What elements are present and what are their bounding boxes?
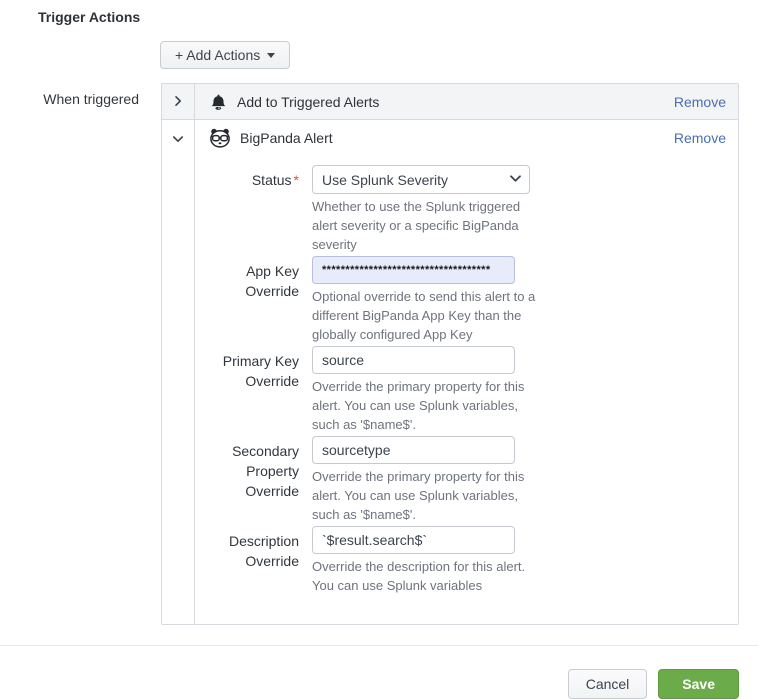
primary-key-override-field-group: Primary Key Override Override the primar… [195, 346, 738, 434]
chevron-right-icon [172, 94, 184, 110]
panda-icon [209, 128, 231, 148]
action-row-bigpanda: BigPanda Alert Remove Status* Use [162, 120, 738, 624]
action-title: Add to Triggered Alerts [237, 94, 379, 110]
app-key-override-field-group: App Key Override Optional override to se… [195, 256, 738, 344]
expand-toggle[interactable] [162, 84, 195, 119]
secondary-property-override-field-group: Secondary Property Override Override the… [195, 436, 738, 524]
status-select[interactable]: Use Splunk Severity [312, 165, 530, 194]
action-title: BigPanda Alert [240, 130, 333, 146]
description-override-label: Description Override [195, 526, 299, 595]
description-override-input[interactable] [312, 526, 515, 554]
app-key-override-label: App Key Override [195, 256, 299, 344]
page-title: Trigger Actions [38, 9, 758, 25]
when-triggered-label: When triggered [0, 83, 161, 625]
caret-down-icon [267, 53, 275, 58]
footer-divider [0, 645, 758, 646]
chevron-down-icon [172, 132, 184, 148]
description-override-field-group: Description Override Override the descri… [195, 526, 738, 595]
add-actions-label: + Add Actions [175, 47, 260, 63]
status-label: Status* [195, 165, 299, 254]
collapse-toggle[interactable] [162, 120, 195, 624]
cancel-button[interactable]: Cancel [568, 669, 648, 699]
bigpanda-alert-form: Status* Use Splunk Severity [195, 156, 738, 624]
action-row-triggered-alerts: Add to Triggered Alerts Remove [162, 84, 738, 120]
toolbar: + Add Actions [160, 41, 758, 69]
trigger-actions-list: Add to Triggered Alerts Remove [161, 83, 739, 625]
remove-action-link[interactable]: Remove [674, 94, 726, 110]
app-key-override-help-text: Optional override to send this alert to … [312, 287, 538, 344]
bell-icon [209, 93, 228, 112]
secondary-property-override-label: Secondary Property Override [195, 436, 299, 524]
primary-key-override-label: Primary Key Override [195, 346, 299, 434]
primary-key-override-input[interactable] [312, 346, 515, 374]
required-marker: * [294, 172, 299, 188]
footer-actions: Cancel Save [0, 669, 758, 699]
status-help-text: Whether to use the Splunk triggered aler… [312, 197, 538, 254]
save-button[interactable]: Save [658, 669, 739, 699]
remove-action-link[interactable]: Remove [674, 130, 726, 146]
add-actions-button[interactable]: + Add Actions [160, 41, 290, 69]
app-key-override-input[interactable] [312, 256, 515, 284]
status-field-group: Status* Use Splunk Severity [195, 165, 738, 254]
secondary-property-override-help-text: Override the primary property for this a… [312, 467, 538, 524]
primary-key-override-help-text: Override the primary property for this a… [312, 377, 538, 434]
description-override-help-text: Override the description for this alert.… [312, 557, 538, 595]
secondary-property-override-input[interactable] [312, 436, 515, 464]
